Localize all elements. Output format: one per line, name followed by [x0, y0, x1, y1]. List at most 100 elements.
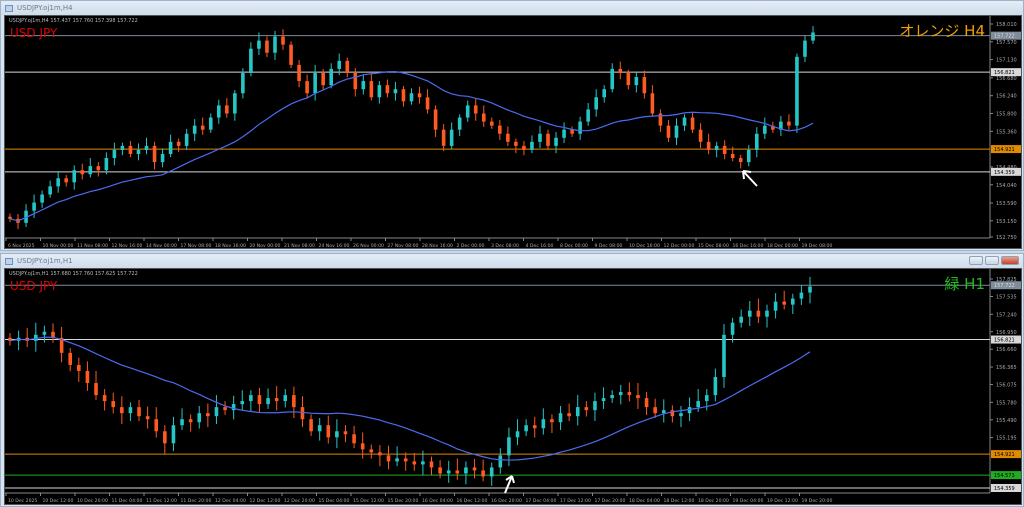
price-tick-label: 156.680 — [996, 76, 1017, 82]
candle-body — [216, 105, 221, 118]
price-chart-h1[interactable]: 157.825 157.535 157.240 156.950 156.660 156.3… — [4, 268, 1022, 505]
candle-body — [803, 40, 807, 57]
time-tick-label: 19 Dec 12:00 — [767, 498, 798, 504]
candle-body — [225, 105, 229, 114]
candle-body — [160, 153, 165, 163]
candle-body — [714, 145, 719, 150]
maximize-button[interactable] — [985, 256, 999, 265]
time-tick-label: 19 Dec 08:00 — [802, 243, 833, 249]
candle-body — [584, 407, 589, 411]
candle-body — [180, 419, 184, 426]
candle-body — [441, 129, 446, 146]
candle-body — [297, 64, 301, 82]
candle-body — [214, 407, 219, 417]
candle-body — [102, 395, 107, 402]
candle-body — [206, 413, 210, 417]
candle-body — [188, 419, 193, 423]
candle-body — [811, 32, 815, 41]
candle-body — [514, 141, 518, 146]
candle-body — [522, 145, 526, 150]
candle-body — [120, 407, 124, 414]
candle-body — [265, 40, 269, 53]
price-level-label: 154.921 — [994, 147, 1015, 153]
time-tick-label: 8 Dec 00:00 — [560, 243, 588, 249]
time-tick-label: 10 Dec 20:00 — [77, 498, 108, 504]
price-level-label: 154.359 — [994, 486, 1015, 492]
candle-body — [661, 410, 666, 414]
candle-body — [586, 109, 590, 122]
window-titlebar[interactable]: USDJPY.oj1m,H4 — [1, 1, 1023, 15]
price-chart-h4[interactable]: 158.010 157.570 157.130 156.680 156.240 155.8… — [4, 15, 1022, 249]
candle-body — [417, 93, 422, 98]
price-tick-label: 157.570 — [996, 40, 1017, 46]
price-tick-label: 155.490 — [996, 418, 1017, 424]
candle-body — [32, 202, 36, 211]
price-tick-label: 157.535 — [996, 294, 1017, 300]
price-tick-label: 153.150 — [996, 219, 1017, 225]
candle-body — [682, 117, 687, 126]
time-tick-label: 12 Nov 16:00 — [112, 243, 143, 249]
time-tick-label: 19 Dec 04:00 — [733, 498, 764, 504]
price-level-label: 156.821 — [994, 338, 1015, 344]
candle-body — [145, 416, 150, 420]
candle-body — [96, 166, 101, 171]
window-titlebar[interactable]: USDJPY.oj1m,H1 — [1, 254, 1023, 268]
candle-body — [464, 467, 468, 474]
candle-body — [8, 216, 12, 219]
time-tick-label: 10 Dec 12:00 — [43, 498, 74, 504]
candle-body — [401, 89, 406, 102]
candle-body — [192, 125, 197, 134]
time-tick-label: 10 Nov 00:00 — [43, 243, 74, 249]
price-tick-label: 156.950 — [996, 330, 1017, 336]
time-tick-label: 2 Dec 00:00 — [457, 243, 485, 249]
time-tick-label: 15 Dec 12:00 — [353, 498, 384, 504]
candle-body — [257, 40, 261, 49]
time-tick-label: 18 Dec 12:00 — [664, 498, 695, 504]
candle-body — [713, 376, 718, 396]
time-tick-label: 26 Nov 00:00 — [353, 243, 384, 249]
time-tick-label: 16 Dec 04:00 — [422, 498, 453, 504]
candle-body — [773, 301, 778, 311]
close-button[interactable] — [1001, 256, 1019, 265]
candle-body — [449, 129, 454, 146]
candle-body — [313, 72, 317, 94]
candle-body — [438, 467, 442, 474]
candle-body — [433, 109, 438, 130]
candle-body — [88, 166, 93, 175]
chart-canvas[interactable]: 157.825157.535157.240156.950156.660156.3… — [5, 269, 1023, 506]
chart-canvas[interactable]: 158.010 157.570 157.130 156.680 156.240 155.8… — [5, 16, 1023, 250]
candle-body — [168, 141, 173, 154]
candle-body — [425, 97, 430, 110]
candle-body — [763, 125, 767, 134]
candle-body — [352, 434, 356, 444]
candle-body — [594, 97, 598, 110]
candle-body — [112, 149, 117, 159]
candle-body — [515, 431, 520, 438]
ohlc-info: USDJPY.oj1m,H4 157.437 157.760 157.398 1… — [9, 18, 138, 24]
time-tick-label: 27 Nov 08:00 — [388, 243, 419, 249]
candle-body — [163, 431, 167, 444]
price-level-label: 154.573 — [994, 473, 1015, 479]
candle-body — [490, 121, 494, 126]
candle-body — [409, 93, 414, 102]
price-tick-label: 157.130 — [996, 58, 1017, 64]
price-tick-label: 155.195 — [996, 436, 1017, 442]
candle-body — [283, 395, 288, 402]
candle-body — [257, 395, 262, 405]
candle-body — [690, 117, 695, 130]
candle-body — [698, 129, 703, 142]
candle-body — [650, 93, 655, 114]
time-tick-label: 19 Dec 20:00 — [802, 498, 833, 504]
candle-body — [558, 413, 563, 423]
candle-body — [653, 407, 657, 414]
time-tick-label: 17 Nov 08:00 — [181, 243, 212, 249]
candle-body — [472, 467, 477, 471]
candle-body — [498, 125, 502, 134]
time-tick-label: 20 Nov 00:00 — [250, 243, 281, 249]
price-tick-label: 156.075 — [996, 383, 1017, 389]
candle-body — [601, 398, 606, 402]
timeframe-label: 緑 H1 — [944, 275, 985, 293]
time-tick-label: 12 Dec 04:00 — [215, 498, 246, 504]
minimize-button[interactable] — [969, 256, 983, 265]
candle-body — [48, 186, 52, 195]
